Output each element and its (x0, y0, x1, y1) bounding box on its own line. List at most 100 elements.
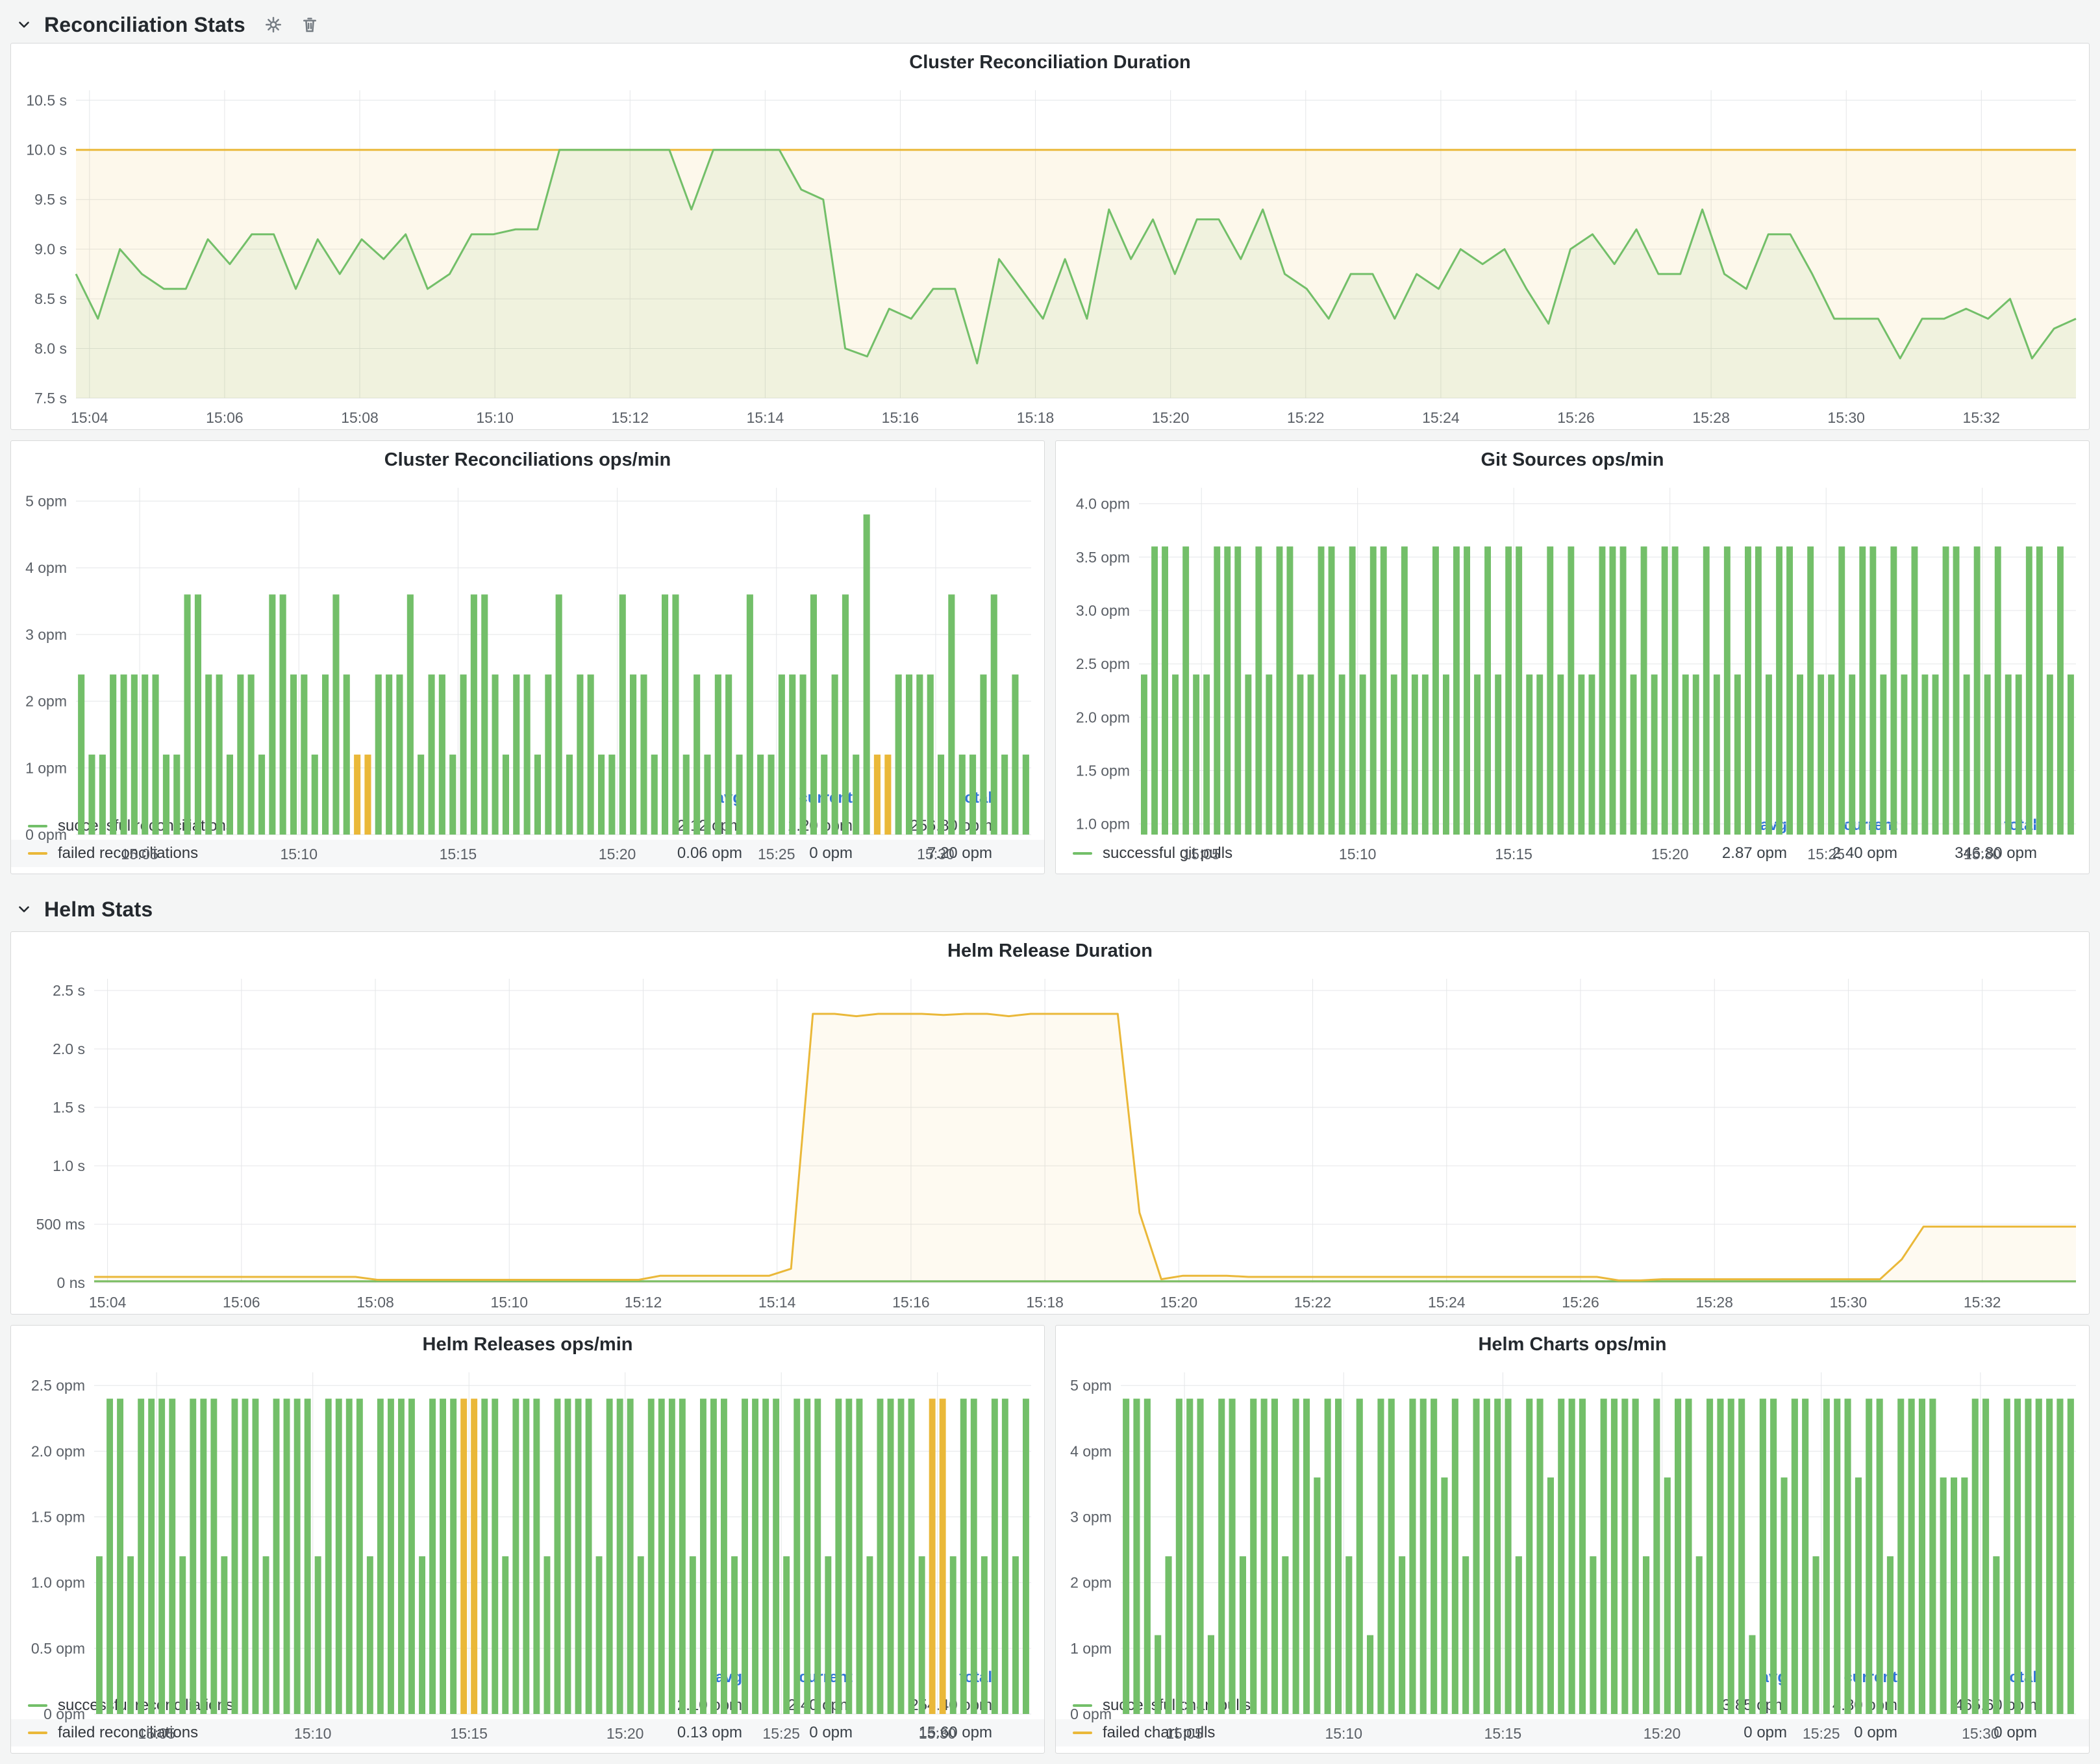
svg-text:2.0 opm: 2.0 opm (1076, 709, 1130, 725)
svg-text:15:20: 15:20 (599, 846, 636, 863)
gear-icon[interactable] (264, 15, 283, 34)
trash-icon[interactable] (300, 15, 319, 34)
svg-text:15:30: 15:30 (1962, 1725, 1999, 1742)
svg-text:15:10: 15:10 (280, 846, 318, 863)
panel-title[interactable]: Helm Releases ops/min (11, 1326, 1044, 1363)
panel-title[interactable]: Helm Charts ops/min (1056, 1326, 2089, 1363)
svg-text:10.0 s: 10.0 s (26, 142, 67, 158)
section-header-reconciliation-stats[interactable]: Reconciliation Stats (16, 6, 2090, 43)
svg-text:15:15: 15:15 (450, 1725, 488, 1742)
chart-svg[interactable]: 15:05 15:10 15:15 15:20 15:25 15:30 5 opm 4 opm… (1056, 1363, 2089, 1745)
panel-git-sources-opm: Git Sources ops/min 15:05 15:10 15:15 15:20… (1055, 440, 2090, 874)
svg-text:2.5 opm: 2.5 opm (31, 1377, 85, 1394)
svg-text:0 ns: 0 ns (57, 1274, 85, 1291)
svg-text:15:30: 15:30 (919, 1725, 956, 1742)
svg-text:15:20: 15:20 (1160, 1294, 1198, 1311)
cluster-reconciliations-chart[interactable]: 15:0515:1015:1515:2015:2515:305 opm4 opm… (11, 479, 1044, 783)
svg-text:15:15: 15:15 (440, 846, 477, 863)
svg-text:15:26: 15:26 (1557, 409, 1595, 426)
svg-text:4.0 opm: 4.0 opm (1076, 496, 1130, 512)
helm-release-duration-chart[interactable]: 15:0415:0615:0815:1015:1215:1415:1615:18… (11, 970, 2089, 1314)
svg-text:15:18: 15:18 (1026, 1294, 1064, 1311)
svg-text:1.0 opm: 1.0 opm (1076, 816, 1130, 833)
chart-svg[interactable]: 15:0515:1015:1515:2015:2515:305 opm4 opm… (11, 479, 1044, 866)
chart-svg[interactable]: 15:0415:0615:0815:1015:1215:1415:1615:18… (11, 970, 2089, 1314)
svg-text:15:16: 15:16 (892, 1294, 930, 1311)
svg-text:15:22: 15:22 (1287, 409, 1325, 426)
svg-text:3 opm: 3 opm (1070, 1509, 1112, 1526)
panel-helm-release-duration: Helm Release Duration 15:0415:0615:0815:… (10, 931, 2090, 1315)
svg-text:3.0 opm: 3.0 opm (1076, 602, 1130, 619)
svg-text:15:30: 15:30 (1964, 846, 2001, 863)
svg-text:1.5 opm: 1.5 opm (31, 1509, 85, 1526)
svg-text:15:04: 15:04 (71, 409, 108, 426)
svg-text:15:05: 15:05 (1166, 1725, 1203, 1742)
svg-text:2.0 s: 2.0 s (53, 1040, 85, 1057)
helm-releases-chart[interactable]: 15:0515:1015:1515:2015:2515:302.5 opm2.0… (11, 1363, 1044, 1662)
section-title[interactable]: Reconciliation Stats (44, 13, 245, 37)
svg-text:15:24: 15:24 (1422, 409, 1460, 426)
panel-cluster-reconciliation-duration: Cluster Reconciliation Duration 15:04 15:… (10, 43, 2090, 430)
svg-text:15:32: 15:32 (1963, 409, 2001, 426)
svg-text:15:10: 15:10 (294, 1725, 332, 1742)
svg-text:15:25: 15:25 (758, 846, 795, 863)
svg-text:7.5 s: 7.5 s (34, 390, 67, 407)
svg-text:1 opm: 1 opm (25, 759, 67, 776)
svg-text:15:22: 15:22 (1294, 1294, 1332, 1311)
svg-text:15:15: 15:15 (1495, 846, 1532, 863)
cluster-reconciliation-duration-chart[interactable]: 15:0415:0615:0815:1015:1215:1415:1615:18… (11, 81, 2089, 429)
git-sources-chart[interactable]: 15:0515:1015:1515:2015:2515:304.0 opm3.5… (1056, 479, 2089, 810)
panel-title[interactable]: Helm Release Duration (11, 932, 2089, 970)
panel-title[interactable]: Git Sources ops/min (1056, 441, 2089, 479)
chevron-down-icon[interactable] (16, 901, 32, 918)
panel-helm-releases-opm: Helm Releases ops/min 15:0515:1015:1515:… (10, 1325, 1045, 1754)
section-title[interactable]: Helm Stats (44, 898, 153, 922)
svg-text:1.5 s: 1.5 s (53, 1099, 85, 1116)
svg-text:15:10: 15:10 (1339, 846, 1377, 863)
svg-text:5 opm: 5 opm (25, 493, 67, 510)
svg-text:15:30: 15:30 (917, 846, 955, 863)
svg-text:3 opm: 3 opm (25, 626, 67, 643)
svg-text:5 opm: 5 opm (1070, 1377, 1112, 1394)
chart-svg[interactable]: 15:0415:0615:0815:1015:1215:1415:1615:18… (11, 81, 2089, 429)
svg-text:15:10: 15:10 (490, 1294, 528, 1311)
svg-text:15:28: 15:28 (1692, 409, 1730, 426)
svg-text:15:10: 15:10 (1325, 1725, 1362, 1742)
svg-text:15:24: 15:24 (1428, 1294, 1466, 1311)
svg-text:2.0 opm: 2.0 opm (31, 1443, 85, 1459)
helm-charts-chart[interactable]: 15:0515:1015:1515:2015:2515:305 opm4 opm… (1056, 1363, 2089, 1662)
svg-text:15:15: 15:15 (1484, 1725, 1522, 1742)
svg-text:15:18: 15:18 (1017, 409, 1055, 426)
svg-text:15:10: 15:10 (476, 409, 514, 426)
svg-text:1.0 opm: 1.0 opm (31, 1574, 85, 1591)
svg-text:4 opm: 4 opm (1070, 1443, 1112, 1459)
svg-text:15:08: 15:08 (341, 409, 379, 426)
chevron-down-icon[interactable] (16, 16, 32, 33)
panel-helm-charts-opm: Helm Charts ops/min 15:05 15:10 15:15 15:20… (1055, 1325, 2090, 1754)
svg-text:15:25: 15:25 (1807, 846, 1845, 863)
svg-text:9.5 s: 9.5 s (34, 191, 67, 208)
svg-text:15:20: 15:20 (1651, 846, 1689, 863)
svg-text:1 opm: 1 opm (1070, 1640, 1112, 1657)
svg-text:0 opm: 0 opm (1070, 1706, 1112, 1722)
svg-text:0 opm: 0 opm (25, 826, 67, 843)
svg-text:15:12: 15:12 (611, 409, 649, 426)
svg-text:15:25: 15:25 (1803, 1725, 1840, 1742)
svg-text:4 opm: 4 opm (25, 559, 67, 576)
svg-text:2.5 opm: 2.5 opm (1076, 655, 1130, 672)
svg-text:2 opm: 2 opm (25, 693, 67, 710)
svg-text:15:28: 15:28 (1695, 1294, 1733, 1311)
svg-text:15:05: 15:05 (1182, 846, 1220, 863)
svg-text:15:20: 15:20 (1644, 1725, 1681, 1742)
svg-text:2.5 s: 2.5 s (53, 982, 85, 999)
svg-text:1.5 opm: 1.5 opm (1076, 762, 1130, 779)
svg-text:0 opm: 0 opm (44, 1706, 85, 1722)
panel-title[interactable]: Cluster Reconciliation Duration (11, 44, 2089, 81)
svg-text:15:06: 15:06 (206, 409, 244, 426)
svg-text:10.5 s: 10.5 s (26, 92, 67, 108)
svg-text:3.5 opm: 3.5 opm (1076, 549, 1130, 566)
panel-title[interactable]: Cluster Reconciliations ops/min (11, 441, 1044, 479)
section-header-helm-stats[interactable]: Helm Stats (16, 891, 2090, 927)
chart-svg[interactable]: 15:0515:1015:1515:2015:2515:302.5 opm2.0… (11, 1363, 1044, 1745)
chart-svg[interactable]: 15:05 15:10 15:15 15:20 15:25 15:30 4.0 opm 3.5… (1056, 479, 2089, 866)
